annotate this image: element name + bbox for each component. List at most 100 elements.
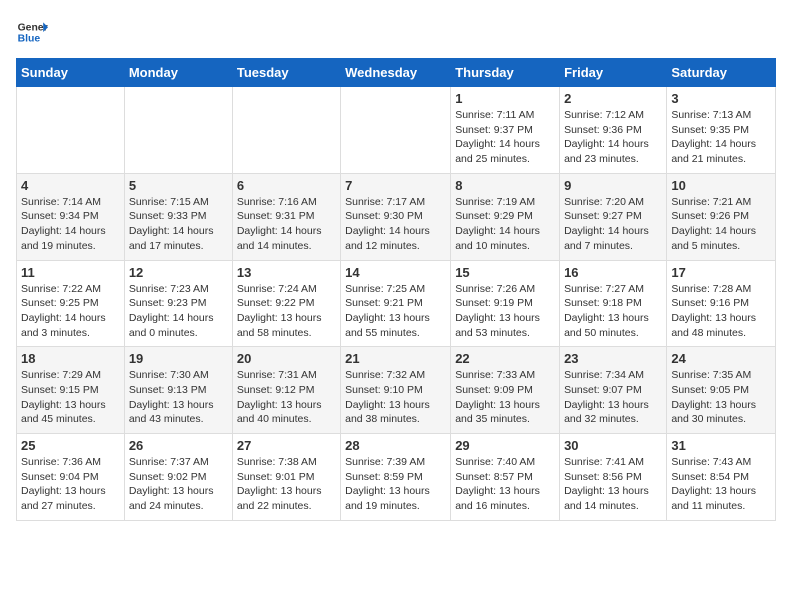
cell-date-number: 29: [455, 438, 555, 453]
cell-date-number: 23: [564, 351, 662, 366]
calendar-cell: 18 Sunrise: 7:29 AM Sunset: 9:15 PM Dayli…: [17, 347, 125, 434]
cell-info-text: Sunrise: 7:12 AM Sunset: 9:36 PM Dayligh…: [564, 108, 662, 167]
calendar-cell: 11Sunrise: 7:22 AM Sunset: 9:25 PM Dayli…: [17, 260, 125, 347]
calendar-cell: [341, 87, 451, 174]
calendar-cell: 24 Sunrise: 7:35 AM Sunset: 9:05 PM Dayli…: [667, 347, 776, 434]
cell-info-text: Sunrise: 7:29 AM Sunset: 9:15 PM Dayligh…: [21, 368, 120, 427]
cell-info-text: Sunrise: 7:17 AM Sunset: 9:30 PM Dayligh…: [345, 195, 446, 254]
cell-date-number: 8: [455, 178, 555, 193]
weekday-header-saturday: Saturday: [667, 59, 776, 87]
cell-info-text: Sunrise: 7:11 AM Sunset: 9:37 PM Dayligh…: [455, 108, 555, 167]
calendar-cell: 6 Sunrise: 7:16 AM Sunset: 9:31 PM Daylig…: [232, 173, 340, 260]
cell-date-number: 15: [455, 265, 555, 280]
calendar-cell: 15 Sunrise: 7:26 AM Sunset: 9:19 PM Dayli…: [451, 260, 560, 347]
calendar-week-row: 11Sunrise: 7:22 AM Sunset: 9:25 PM Dayli…: [17, 260, 776, 347]
calendar-week-row: 25 Sunrise: 7:36 AM Sunset: 9:04 PM Dayli…: [17, 434, 776, 521]
calendar-cell: 20Sunrise: 7:31 AM Sunset: 9:12 PM Dayli…: [232, 347, 340, 434]
calendar-cell: 19 Sunrise: 7:30 AM Sunset: 9:13 PM Dayli…: [124, 347, 232, 434]
calendar-table: SundayMondayTuesdayWednesdayThursdayFrid…: [16, 58, 776, 521]
calendar-week-row: 4 Sunrise: 7:14 AM Sunset: 9:34 PM Daylig…: [17, 173, 776, 260]
calendar-cell: 22 Sunrise: 7:33 AM Sunset: 9:09 PM Dayli…: [451, 347, 560, 434]
calendar-cell: 7Sunrise: 7:17 AM Sunset: 9:30 PM Daylig…: [341, 173, 451, 260]
cell-date-number: 28: [345, 438, 446, 453]
calendar-week-row: 18 Sunrise: 7:29 AM Sunset: 9:15 PM Dayli…: [17, 347, 776, 434]
cell-date-number: 12: [129, 265, 228, 280]
cell-date-number: 27: [237, 438, 336, 453]
cell-date-number: 22: [455, 351, 555, 366]
calendar-cell: 3 Sunrise: 7:13 AM Sunset: 9:35 PM Daylig…: [667, 87, 776, 174]
cell-date-number: 10: [671, 178, 771, 193]
calendar-cell: 25 Sunrise: 7:36 AM Sunset: 9:04 PM Dayli…: [17, 434, 125, 521]
cell-date-number: 31: [671, 438, 771, 453]
page-header: General Blue: [16, 16, 776, 48]
weekday-header-wednesday: Wednesday: [341, 59, 451, 87]
cell-info-text: Sunrise: 7:21 AM Sunset: 9:26 PM Dayligh…: [671, 195, 771, 254]
calendar-cell: 4 Sunrise: 7:14 AM Sunset: 9:34 PM Daylig…: [17, 173, 125, 260]
cell-date-number: 5: [129, 178, 228, 193]
calendar-cell: 12 Sunrise: 7:23 AM Sunset: 9:23 PM Dayli…: [124, 260, 232, 347]
cell-date-number: 19: [129, 351, 228, 366]
calendar-cell: 8Sunrise: 7:19 AM Sunset: 9:29 PM Daylig…: [451, 173, 560, 260]
calendar-cell: 10 Sunrise: 7:21 AM Sunset: 9:26 PM Dayli…: [667, 173, 776, 260]
calendar-cell: 1 Sunrise: 7:11 AM Sunset: 9:37 PM Daylig…: [451, 87, 560, 174]
cell-date-number: 16: [564, 265, 662, 280]
cell-info-text: Sunrise: 7:16 AM Sunset: 9:31 PM Dayligh…: [237, 195, 336, 254]
cell-date-number: 17: [671, 265, 771, 280]
calendar-cell: [17, 87, 125, 174]
cell-info-text: Sunrise: 7:23 AM Sunset: 9:23 PM Dayligh…: [129, 282, 228, 341]
cell-date-number: 18: [21, 351, 120, 366]
cell-info-text: Sunrise: 7:24 AM Sunset: 9:22 PM Dayligh…: [237, 282, 336, 341]
cell-info-text: Sunrise: 7:43 AM Sunset: 8:54 PM Dayligh…: [671, 455, 771, 514]
cell-info-text: Sunrise: 7:34 AM Sunset: 9:07 PM Dayligh…: [564, 368, 662, 427]
calendar-header: SundayMondayTuesdayWednesdayThursdayFrid…: [17, 59, 776, 87]
cell-info-text: Sunrise: 7:14 AM Sunset: 9:34 PM Dayligh…: [21, 195, 120, 254]
cell-info-text: Sunrise: 7:28 AM Sunset: 9:16 PM Dayligh…: [671, 282, 771, 341]
cell-info-text: Sunrise: 7:15 AM Sunset: 9:33 PM Dayligh…: [129, 195, 228, 254]
cell-date-number: 3: [671, 91, 771, 106]
calendar-cell: [124, 87, 232, 174]
cell-date-number: 4: [21, 178, 120, 193]
cell-info-text: Sunrise: 7:30 AM Sunset: 9:13 PM Dayligh…: [129, 368, 228, 427]
cell-info-text: Sunrise: 7:25 AM Sunset: 9:21 PM Dayligh…: [345, 282, 446, 341]
weekday-header-friday: Friday: [560, 59, 667, 87]
cell-date-number: 30: [564, 438, 662, 453]
logo-icon: General Blue: [16, 16, 48, 48]
cell-info-text: Sunrise: 7:26 AM Sunset: 9:19 PM Dayligh…: [455, 282, 555, 341]
weekday-header-tuesday: Tuesday: [232, 59, 340, 87]
calendar-cell: 17 Sunrise: 7:28 AM Sunset: 9:16 PM Dayli…: [667, 260, 776, 347]
cell-info-text: Sunrise: 7:13 AM Sunset: 9:35 PM Dayligh…: [671, 108, 771, 167]
calendar-cell: 28 Sunrise: 7:39 AM Sunset: 8:59 PM Dayli…: [341, 434, 451, 521]
cell-info-text: Sunrise: 7:36 AM Sunset: 9:04 PM Dayligh…: [21, 455, 120, 514]
weekday-header-thursday: Thursday: [451, 59, 560, 87]
cell-info-text: Sunrise: 7:20 AM Sunset: 9:27 PM Dayligh…: [564, 195, 662, 254]
cell-date-number: 26: [129, 438, 228, 453]
cell-date-number: 6: [237, 178, 336, 193]
cell-info-text: Sunrise: 7:40 AM Sunset: 8:57 PM Dayligh…: [455, 455, 555, 514]
cell-info-text: Sunrise: 7:35 AM Sunset: 9:05 PM Dayligh…: [671, 368, 771, 427]
cell-info-text: Sunrise: 7:39 AM Sunset: 8:59 PM Dayligh…: [345, 455, 446, 514]
calendar-body: 1 Sunrise: 7:11 AM Sunset: 9:37 PM Daylig…: [17, 87, 776, 521]
calendar-cell: 27Sunrise: 7:38 AM Sunset: 9:01 PM Dayli…: [232, 434, 340, 521]
svg-text:Blue: Blue: [18, 34, 41, 45]
calendar-cell: 30Sunrise: 7:41 AM Sunset: 8:56 PM Dayli…: [560, 434, 667, 521]
weekday-header-monday: Monday: [124, 59, 232, 87]
cell-date-number: 11: [21, 265, 120, 280]
cell-date-number: 21: [345, 351, 446, 366]
cell-info-text: Sunrise: 7:31 AM Sunset: 9:12 PM Dayligh…: [237, 368, 336, 427]
calendar-cell: 2 Sunrise: 7:12 AM Sunset: 9:36 PM Daylig…: [560, 87, 667, 174]
cell-date-number: 1: [455, 91, 555, 106]
cell-date-number: 24: [671, 351, 771, 366]
cell-info-text: Sunrise: 7:27 AM Sunset: 9:18 PM Dayligh…: [564, 282, 662, 341]
calendar-cell: 9Sunrise: 7:20 AM Sunset: 9:27 PM Daylig…: [560, 173, 667, 260]
cell-info-text: Sunrise: 7:33 AM Sunset: 9:09 PM Dayligh…: [455, 368, 555, 427]
calendar-cell: 16 Sunrise: 7:27 AM Sunset: 9:18 PM Dayli…: [560, 260, 667, 347]
calendar-cell: 26Sunrise: 7:37 AM Sunset: 9:02 PM Dayli…: [124, 434, 232, 521]
weekday-row: SundayMondayTuesdayWednesdayThursdayFrid…: [17, 59, 776, 87]
calendar-cell: [232, 87, 340, 174]
weekday-header-sunday: Sunday: [17, 59, 125, 87]
logo: General Blue: [16, 16, 48, 48]
calendar-cell: 21Sunrise: 7:32 AM Sunset: 9:10 PM Dayli…: [341, 347, 451, 434]
cell-date-number: 25: [21, 438, 120, 453]
calendar-week-row: 1 Sunrise: 7:11 AM Sunset: 9:37 PM Daylig…: [17, 87, 776, 174]
cell-date-number: 2: [564, 91, 662, 106]
